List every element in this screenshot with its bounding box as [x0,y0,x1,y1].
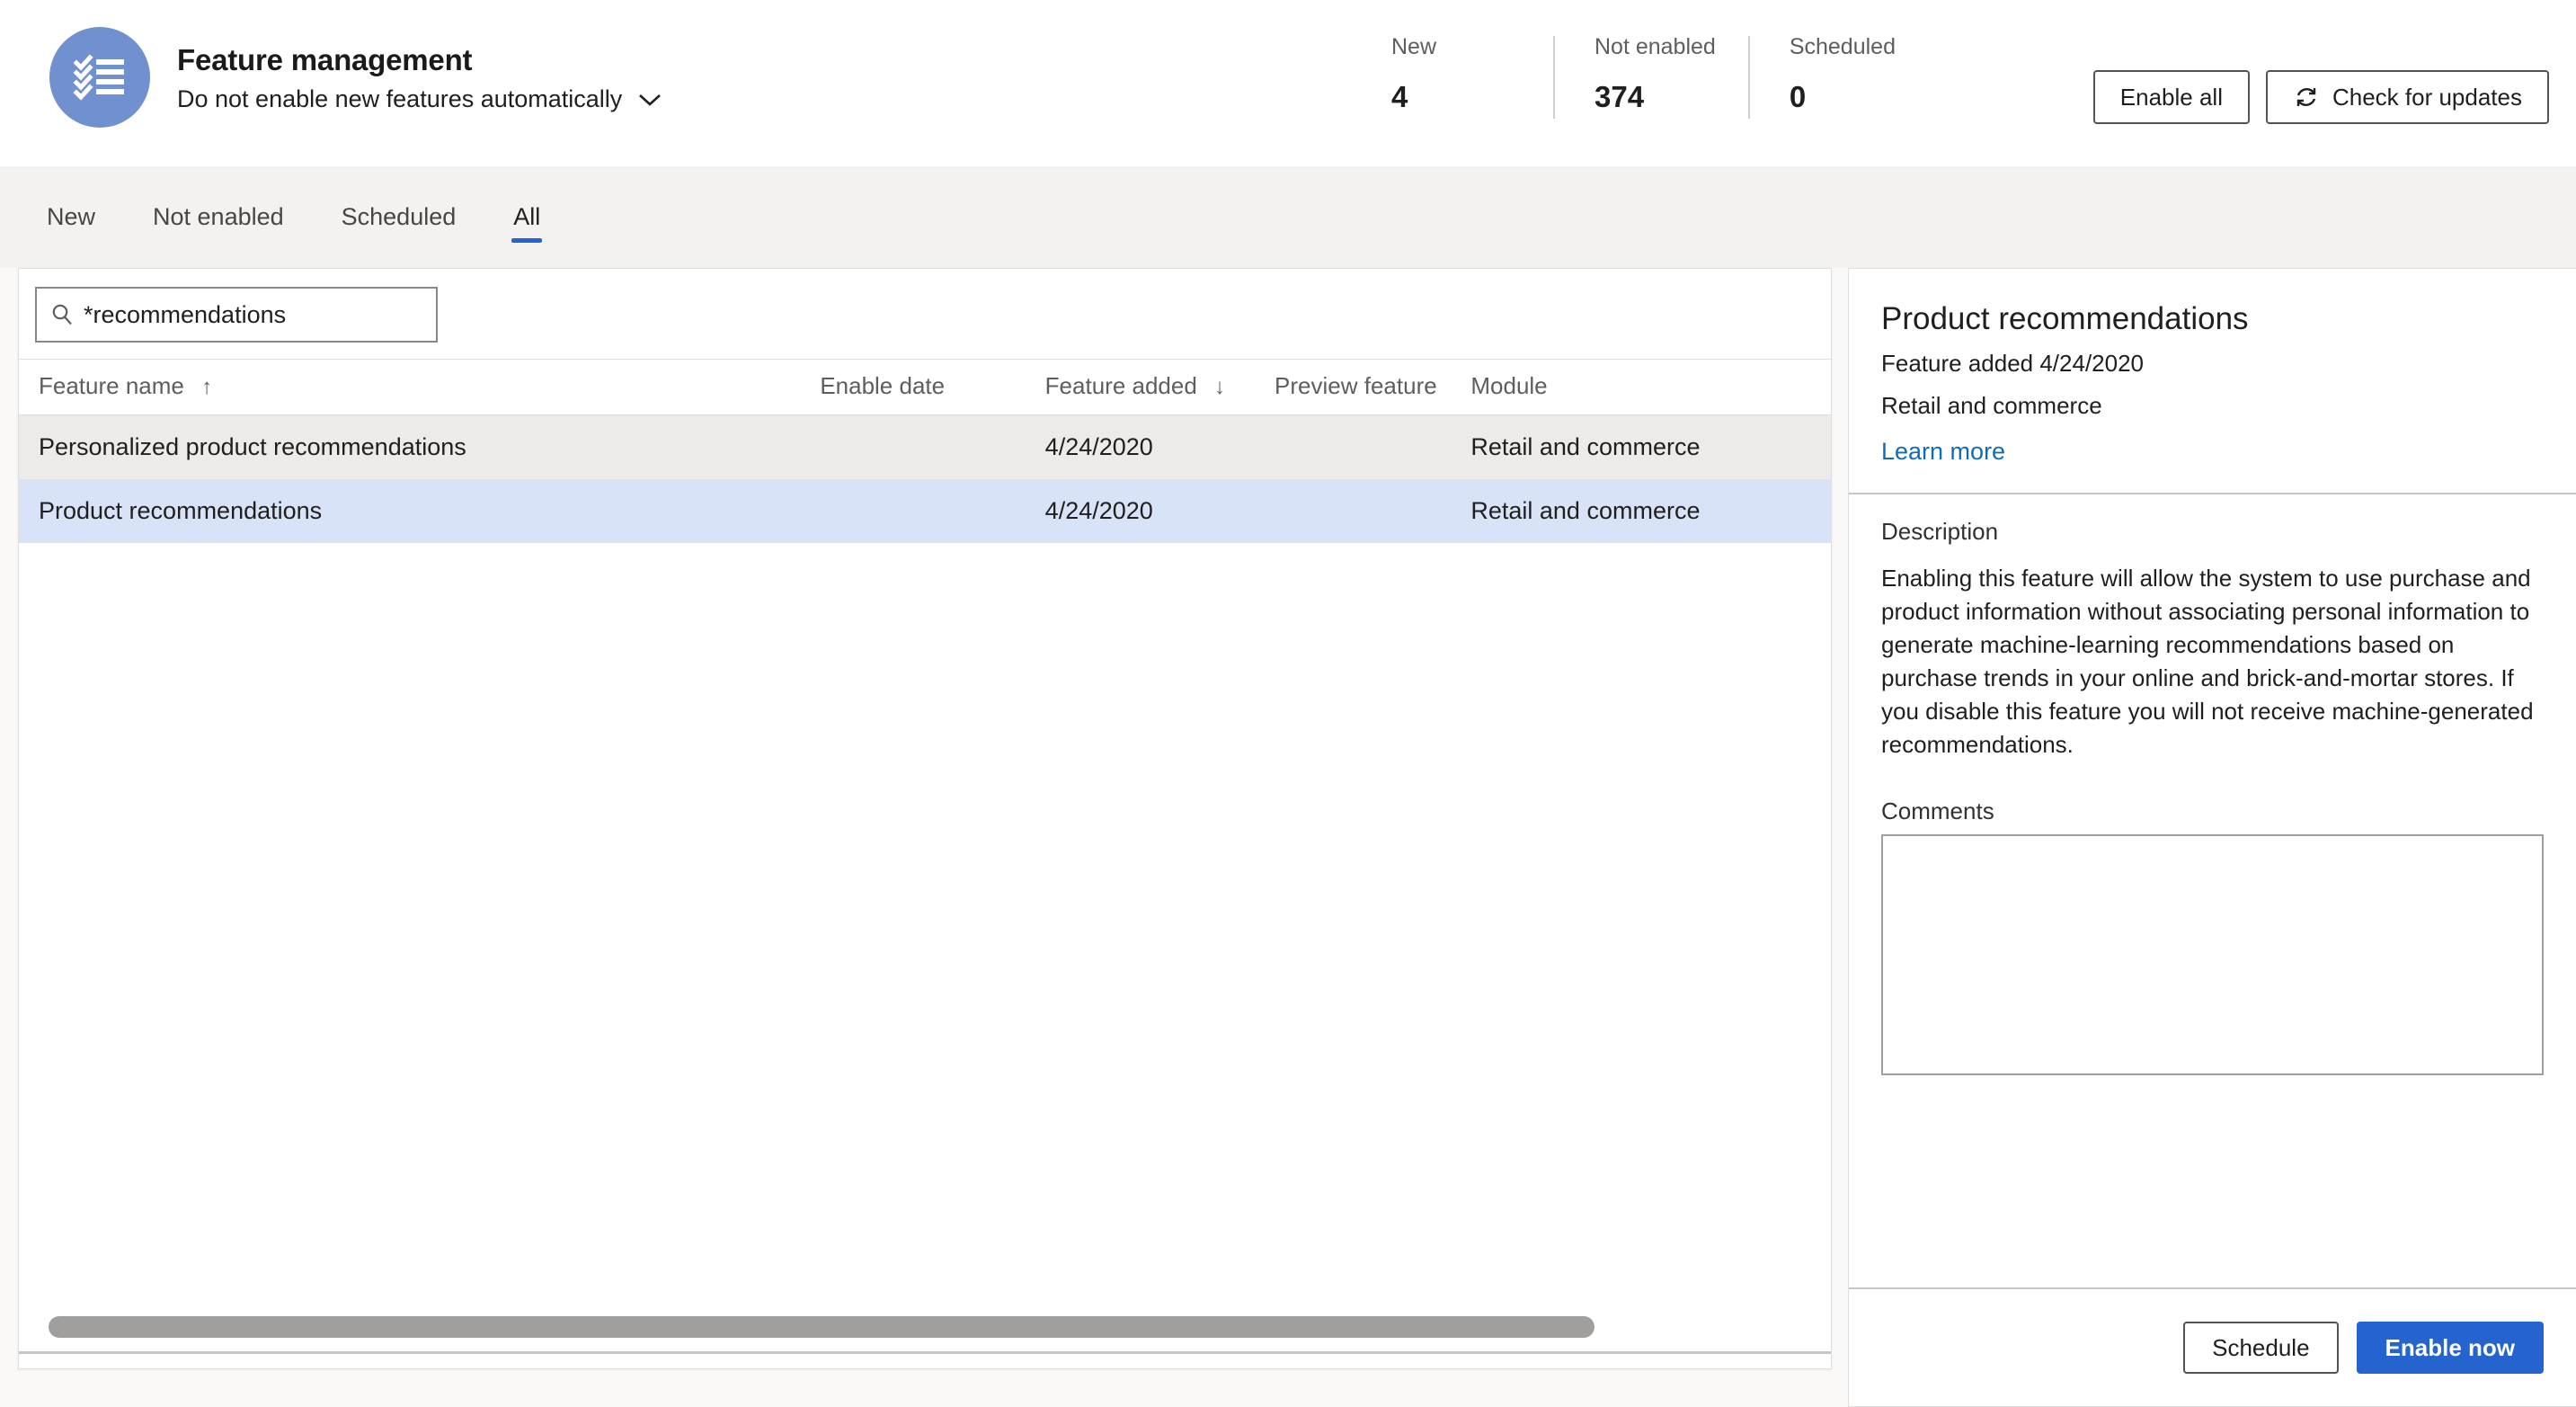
cell-module: Retail and commerce [1470,497,1701,524]
detail-footer: Schedule Enable now [1849,1289,2576,1406]
col-header-module-label: Module [1470,372,1548,399]
col-header-module[interactable]: Module [1470,359,1831,415]
feature-grid: Feature name ↑ Enable date Feature added… [19,359,1831,543]
grid-bottom-rule [19,1351,1831,1354]
col-header-feature-added[interactable]: Feature added ↓ [1044,359,1275,415]
auto-enable-setting-dropdown[interactable]: Do not enable new features automatically [177,85,662,113]
horizontal-scrollbar[interactable] [20,1316,1830,1338]
description-label: Description [1881,518,1999,546]
table-body: Personalized product recommendations 4/2… [19,414,1831,543]
horizontal-scrollbar-thumb[interactable] [49,1316,1594,1338]
table-row[interactable]: Product recommendations 4/24/2020 Retail… [19,479,1831,543]
sort-ascending-icon: ↑ [201,375,213,399]
stat-scheduled-value: 0 [1789,80,1807,113]
col-header-enable-date[interactable]: Enable date [820,359,1045,415]
header-actions: Enable all Check for updates [2092,70,2549,124]
stat-not-enabled: Not enabled 374 [1553,36,1748,119]
comments-label: Comments [1881,797,1994,824]
col-header-feature-name[interactable]: Feature name ↑ [19,359,821,415]
col-header-feature-added-label: Feature added [1044,372,1197,399]
cell-preview-feature [1275,479,1470,543]
feature-table: Feature name ↑ Enable date Feature added… [19,359,1831,543]
header-identity: Feature management Do not enable new fea… [0,0,662,128]
cell-module: Retail and commerce [1470,433,1701,460]
table-header-row: Feature name ↑ Enable date Feature added… [19,359,1831,415]
check-for-updates-label: Check for updates [2332,84,2522,111]
search-input[interactable] [84,300,423,329]
comments-input[interactable] [1881,833,2544,1075]
stat-scheduled-label: Scheduled [1789,34,1896,59]
col-header-preview-feature-label: Preview feature [1275,372,1437,399]
schedule-button[interactable]: Schedule [2183,1322,2339,1374]
detail-title: Product recommendations [1881,301,2249,336]
detail-body: Description Enabling this feature will a… [1849,494,2576,1287]
tab-scheduled[interactable]: Scheduled [313,166,485,268]
table-head: Feature name ↑ Enable date Feature added… [19,359,1831,415]
stat-scheduled: Scheduled 0 [1747,34,1928,119]
detail-module: Retail and commerce [1881,392,2102,420]
tab-scheduled-label: Scheduled [341,203,457,230]
sort-descending-icon: ↓ [1214,375,1226,399]
search-area [19,269,1831,343]
tab-not-enabled-label: Not enabled [153,203,284,230]
enable-now-button[interactable]: Enable now [2356,1322,2544,1374]
stat-new-label: New [1391,34,1437,59]
description-text: Enabling this feature will allow the sys… [1881,565,2534,758]
stat-not-enabled-value: 374 [1594,80,1645,113]
learn-more-link[interactable]: Learn more [1881,438,2005,466]
stat-not-enabled-label: Not enabled [1594,34,1716,59]
feature-detail-panel: Product recommendations Feature added 4/… [1848,268,2576,1407]
page-title: Feature management [177,42,473,76]
auto-enable-setting-label: Do not enable new features automatically [177,85,623,113]
detail-feature-added: Feature added 4/24/2020 [1881,350,2145,378]
tab-new[interactable]: New [18,166,124,268]
detail-header: Product recommendations Feature added 4/… [1849,269,2576,493]
app-header: Feature management Do not enable new fea… [0,0,2576,166]
stat-new: New 4 [1391,36,1553,119]
table-row[interactable]: Personalized product recommendations 4/2… [19,414,1831,480]
tab-all[interactable]: All [484,166,569,268]
cell-enable-date [820,479,1044,543]
col-header-enable-date-label: Enable date [820,372,946,399]
checklist-icon [49,27,150,128]
chevron-down-icon [638,93,662,107]
cell-feature-name: Product recommendations [39,497,323,524]
enable-all-button[interactable]: Enable all [2092,70,2250,124]
enable-all-label: Enable all [2119,84,2223,111]
content-area: Feature name ↑ Enable date Feature added… [0,268,2576,1407]
tab-all-label: All [513,203,541,230]
col-header-feature-name-label: Feature name [39,372,184,399]
search-icon [49,302,75,327]
feature-grid-panel: Feature name ↑ Enable date Feature added… [18,268,1832,1369]
header-stats: New 4 Not enabled 374 Scheduled 0 [1391,36,1928,119]
tab-not-enabled[interactable]: Not enabled [124,166,313,268]
cell-feature-name: Personalized product recommendations [39,433,466,460]
col-header-preview-feature[interactable]: Preview feature [1275,359,1471,415]
search-box[interactable] [35,287,438,343]
cell-feature-added: 4/24/2020 [1044,433,1153,460]
stat-new-value: 4 [1391,80,1408,113]
header-text-block: Feature management Do not enable new fea… [177,41,662,113]
cell-preview-feature [1275,415,1470,480]
tabstrip: New Not enabled Scheduled All [0,166,2576,268]
cell-enable-date [820,415,1044,480]
cell-feature-added: 4/24/2020 [1044,497,1153,524]
refresh-icon [2293,84,2320,111]
tab-new-label: New [47,203,96,230]
check-for-updates-button[interactable]: Check for updates [2265,70,2549,124]
